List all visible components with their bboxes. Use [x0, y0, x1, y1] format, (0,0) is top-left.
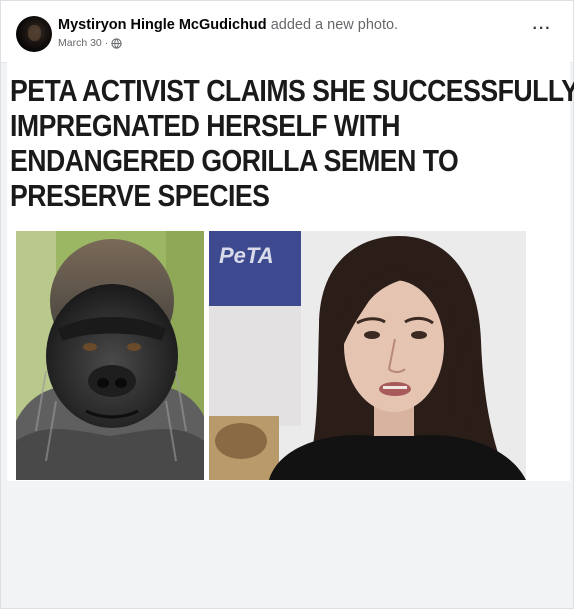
- activist-illustration: PeTA: [209, 231, 526, 480]
- headline-line: PRESERVE SPECIES: [10, 178, 270, 213]
- gorilla-photo: [16, 231, 204, 480]
- post-date[interactable]: March 30: [58, 37, 102, 49]
- post-action: added a new photo.: [270, 17, 399, 33]
- post-header-line: Mystiryon Hingle McGudichud added a new …: [58, 17, 398, 33]
- post-meta: March 30 ·: [58, 37, 122, 49]
- headline-line: IMPREGNATED HERSELF WITH: [10, 108, 400, 143]
- meme-headline: PETA ACTIVIST CLAIMS SHE SUCCESSFULLY IM…: [10, 73, 574, 213]
- more-options-button[interactable]: ···: [529, 21, 555, 39]
- meta-separator: ·: [104, 37, 109, 49]
- author-name[interactable]: Mystiryon Hingle McGudichud: [58, 17, 267, 33]
- globe-icon: [111, 37, 122, 49]
- post-header: Mystiryon Hingle McGudichud added a new …: [1, 1, 573, 61]
- peta-logo-text: PeTA: [219, 243, 274, 268]
- headline-line: PETA ACTIVIST CLAIMS SHE SUCCESSFULLY: [10, 73, 574, 108]
- gorilla-illustration: [16, 231, 204, 480]
- headline-line: ENDANGERED GORILLA SEMEN TO: [10, 143, 459, 178]
- activist-photo: PeTA: [209, 231, 526, 480]
- avatar[interactable]: [16, 16, 52, 52]
- facebook-post: Mystiryon Hingle McGudichud added a new …: [0, 0, 574, 609]
